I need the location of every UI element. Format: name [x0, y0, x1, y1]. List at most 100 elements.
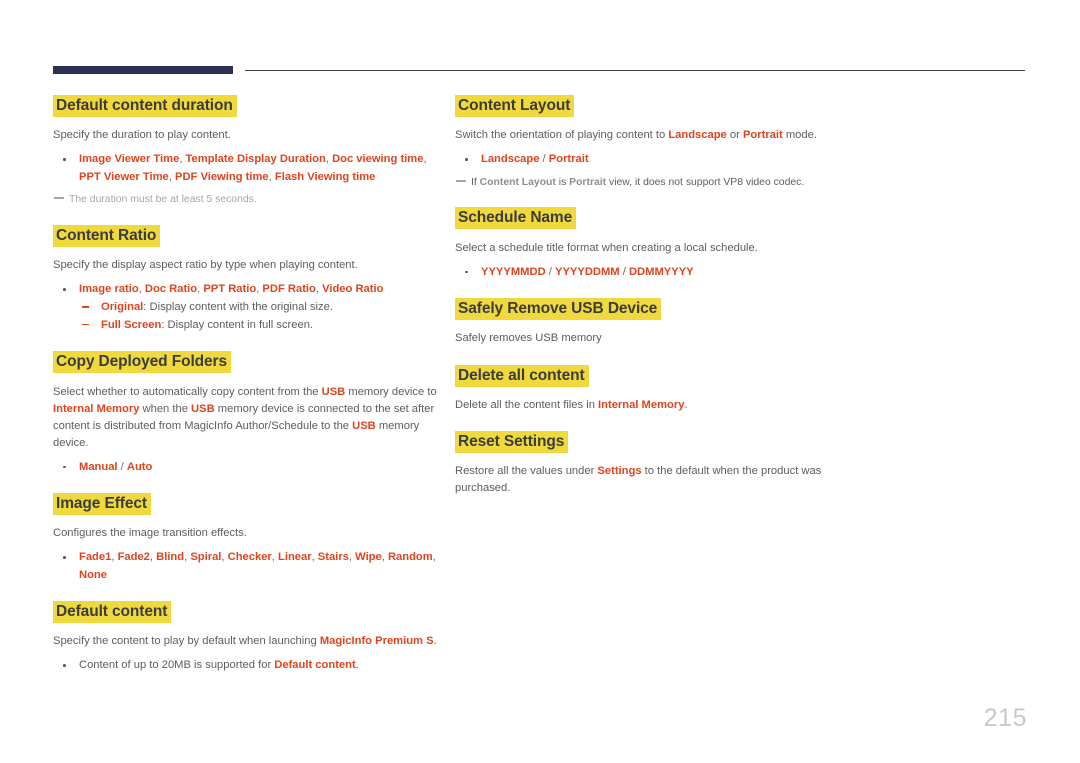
option-term: Fade2 — [117, 551, 150, 564]
heading-highlight: Content Layout — [455, 95, 575, 117]
option-term: YYYYMMDD — [481, 265, 546, 278]
section-body: Select a schedule title format when crea… — [455, 241, 758, 254]
heading-highlight: Default content — [53, 601, 172, 624]
separator: / — [545, 265, 555, 278]
separator: / — [117, 460, 127, 473]
options-list: Image ratio, Doc Ratio, PPT Ratio, PDF R… — [53, 281, 443, 334]
section-body: Delete all the content files in Internal… — [455, 397, 855, 414]
sub-options-list: Original: Display content with the origi… — [79, 299, 443, 334]
heading-highlight: Schedule Name — [455, 207, 577, 230]
option-term: Full Screen — [101, 318, 162, 331]
text-run: . — [355, 659, 359, 672]
text-run: view, it does not support VP8 video code… — [606, 176, 805, 188]
page-number: 215 — [983, 704, 1027, 732]
list-item: YYYYMMDD / YYYYDDMM / DDMMYYYY — [455, 264, 855, 281]
section-body: Restore all the values under Settings to… — [455, 463, 855, 497]
text-run: Content of up to 20MB is supported for — [79, 659, 275, 672]
list-item: Fade1, Fade2, Blind, Spiral, Checker, Li… — [53, 549, 443, 584]
keyword: Settings — [597, 465, 642, 478]
section-content-layout: Content Layout Switch the orientation of… — [455, 95, 855, 191]
option-description: : Display content with the original size… — [143, 301, 333, 314]
option-term: PDF Ratio — [262, 283, 316, 296]
text-run: memory device to — [345, 385, 437, 398]
options-list: Fade1, Fade2, Blind, Spiral, Checker, Li… — [53, 549, 443, 584]
option-terms: Fade1, Fade2, Blind, Spiral, Checker, Li… — [79, 551, 436, 580]
options-list: Image Viewer Time, Template Display Dura… — [53, 151, 443, 186]
keyword: USB — [191, 402, 215, 415]
section-safely-remove-usb-device: Safely Remove USB Device Safely removes … — [455, 298, 855, 347]
section-heading: Delete all content — [455, 364, 855, 387]
text-run: is — [555, 176, 570, 188]
option-term: Flash Viewing time — [274, 170, 376, 183]
option-term: Random — [387, 551, 433, 564]
section-content-ratio: Content Ratio Specify the display aspect… — [53, 224, 443, 334]
options-list: Content of up to 20MB is supported for D… — [53, 657, 443, 674]
option-term: None — [79, 568, 107, 581]
section-heading: Safely Remove USB Device — [455, 298, 855, 321]
text-run: Select whether to automatically copy con… — [53, 385, 322, 398]
option-description: : Display content in full screen. — [161, 318, 314, 331]
bullet-dot-icon — [63, 664, 66, 668]
heading-highlight: Content Ratio — [53, 224, 161, 247]
bullet-dot-icon — [465, 158, 468, 161]
bullet-dot-icon — [465, 270, 468, 274]
option-term: Wipe — [355, 551, 382, 564]
section-heading: Content Layout — [455, 95, 855, 117]
option-term: YYYYDDMM — [554, 265, 620, 278]
section-delete-all-content: Delete all content Delete all the conten… — [455, 364, 855, 414]
section-heading: Copy Deployed Folders — [53, 351, 443, 374]
option-term: Template Display Duration — [185, 153, 326, 166]
section-reset-settings: Reset Settings Restore all the values un… — [455, 430, 855, 497]
keyword: Default content — [274, 659, 356, 672]
keyword: Portrait — [569, 176, 607, 188]
text-run: If — [471, 176, 480, 188]
list-item: Manual / Auto — [53, 459, 443, 476]
option-term: Fade1 — [79, 551, 112, 564]
separator: / — [539, 153, 549, 166]
section-heading: Default content — [53, 601, 443, 624]
list-item: Image ratio, Doc Ratio, PPT Ratio, PDF R… — [53, 281, 443, 334]
keyword: Content Layout — [479, 176, 556, 188]
sub-list-item: Full Screen: Display content in full scr… — [79, 317, 443, 334]
option-terms: YYYYMMDD / YYYYDDMM / DDMMYYYY — [481, 266, 694, 278]
option-term: Linear — [278, 551, 312, 564]
sub-bullet-dash-icon — [82, 323, 89, 326]
section-body: Select whether to automatically copy con… — [53, 384, 443, 452]
text-run: Delete all the content files in — [455, 398, 599, 411]
section-body: Specify the content to play by default w… — [53, 633, 443, 650]
options-list: Manual / Auto — [53, 459, 443, 476]
option-term: Doc Ratio — [144, 283, 198, 296]
list-item: Landscape / Portrait — [455, 151, 855, 168]
text-run: Specify the content to play by default w… — [53, 635, 320, 648]
sub-list-item: Original: Display content with the origi… — [79, 299, 443, 316]
note-text: If Content Layout is Portrait view, it d… — [471, 177, 804, 188]
keyword: Internal Memory — [598, 398, 685, 411]
section-image-effect: Image Effect Configures the image transi… — [53, 492, 443, 584]
text-run: when the — [139, 402, 192, 415]
option-term: Video Ratio — [322, 283, 384, 296]
section-body: Switch the orientation of playing conten… — [455, 127, 855, 144]
note-text: The duration must be at least 5 seconds. — [69, 194, 257, 206]
heading-highlight: Reset Settings — [455, 430, 569, 453]
text-run: . — [684, 398, 688, 411]
options-list: YYYYMMDD / YYYYDDMM / DDMMYYYY — [455, 264, 855, 281]
note-line: The duration must be at least 5 seconds. — [53, 192, 443, 208]
section-heading: Image Effect — [53, 492, 443, 515]
option-term: Spiral — [190, 551, 222, 564]
note-dash-icon — [456, 179, 466, 182]
text-run: or — [726, 129, 743, 142]
keyword: Portrait — [742, 129, 783, 142]
bullet-dot-icon — [63, 158, 66, 161]
bullet-text: Content of up to 20MB is supported for D… — [79, 659, 359, 671]
header-tab-marker — [53, 66, 233, 74]
section-heading: Content Ratio — [53, 224, 443, 247]
section-default-content: Default content Specify the content to p… — [53, 601, 443, 675]
list-item: Content of up to 20MB is supported for D… — [53, 657, 443, 674]
sub-bullet-dash-icon — [82, 306, 89, 309]
option-term: Image ratio — [79, 283, 139, 296]
option-term: Manual — [79, 460, 118, 473]
heading-highlight: Safely Remove USB Device — [455, 298, 662, 321]
note-line: If Content Layout is Portrait view, it d… — [455, 175, 855, 191]
section-body: Specify the display aspect ratio by type… — [53, 259, 358, 272]
header-thin-rule — [245, 70, 1025, 71]
